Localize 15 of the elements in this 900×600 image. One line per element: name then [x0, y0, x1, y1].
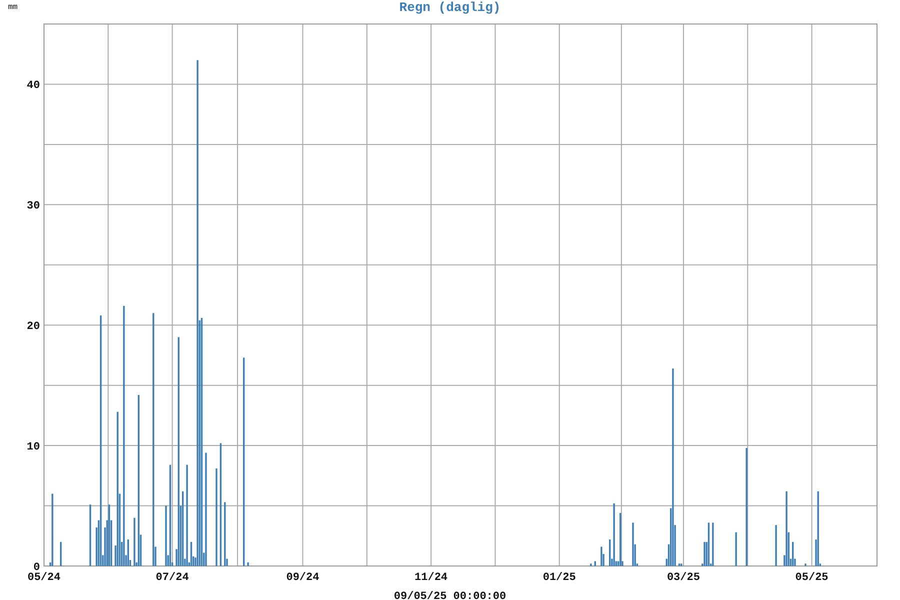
x-tick-label: 05/24	[28, 572, 60, 584]
y-tick-label: 0	[33, 562, 40, 574]
x-tick-label: 05/25	[795, 572, 828, 584]
y-tick-label: 30	[26, 200, 40, 213]
x-tick-label: 11/24	[414, 572, 448, 584]
x-axis-label: 09/05/25 00:00:00	[394, 591, 506, 600]
y-tick-label: 20	[26, 321, 40, 334]
x-tick-label: 03/25	[666, 572, 700, 584]
y-tick-label: 10	[26, 442, 40, 454]
chart-title: Regn (daglig)	[399, 0, 501, 15]
unit-label: mm	[8, 3, 18, 12]
x-tick-label: 07/24	[156, 572, 189, 584]
x-tick-label: 01/25	[542, 572, 576, 584]
x-tick-label: 09/24	[286, 572, 320, 584]
y-tick-label: 40	[26, 80, 40, 92]
